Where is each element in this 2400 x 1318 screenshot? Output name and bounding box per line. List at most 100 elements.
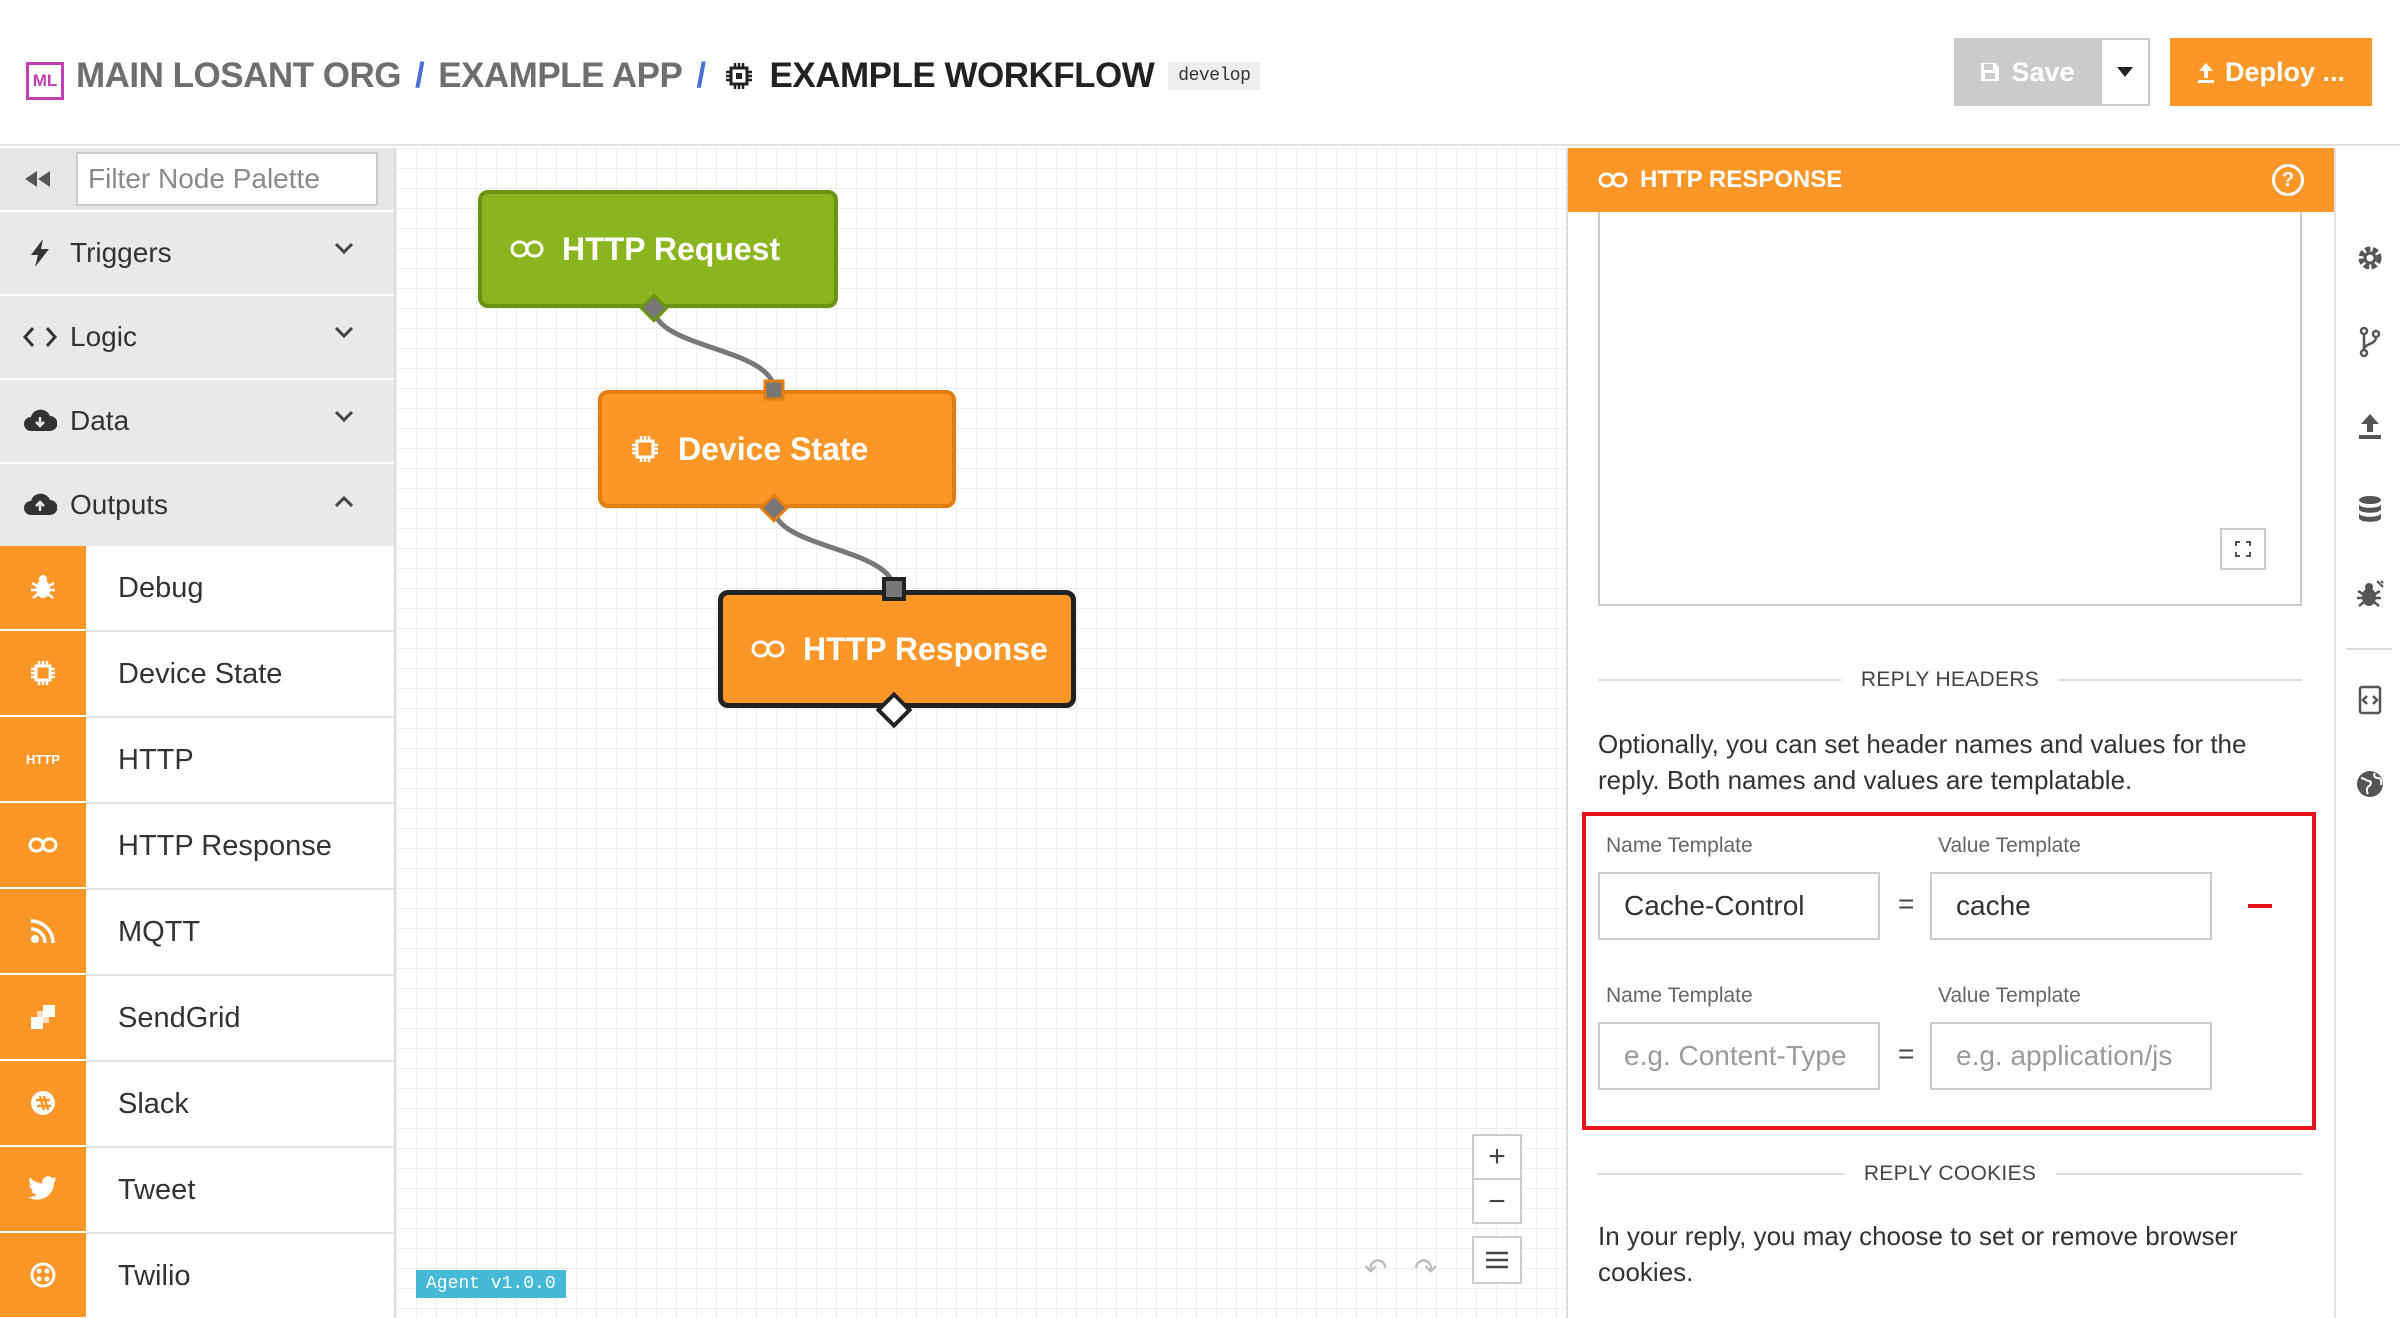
breadcrumb-org[interactable]: MAIN LOSANT ORG: [76, 56, 401, 96]
slack-icon: [0, 1061, 86, 1147]
reply-headers-description: Optionally, you can set header names and…: [1598, 729, 2247, 795]
branch-badge[interactable]: develop: [1168, 62, 1261, 90]
zoom-in-button[interactable]: +: [1474, 1136, 1520, 1180]
help-icon[interactable]: ?: [2272, 164, 2304, 196]
hamburger-menu-icon: [1486, 1251, 1508, 1269]
save-button[interactable]: Save: [1954, 38, 2100, 106]
link-icon: [0, 803, 86, 889]
cloud-upload-icon: [22, 490, 58, 520]
filter-node-palette-input[interactable]: [76, 152, 378, 206]
chevron-down-icon: [334, 326, 354, 339]
name-template-label: Name Template: [1606, 834, 1753, 857]
reply-cookies-section-title: REPLY COOKIES: [1598, 1162, 2303, 1186]
remove-header-icon[interactable]: [2240, 886, 2280, 926]
connection-wire: [771, 507, 897, 591]
category-logic[interactable]: Logic: [0, 294, 394, 378]
breadcrumb-app[interactable]: EXAMPLE APP: [438, 56, 683, 96]
link-icon: [510, 240, 544, 258]
category-data[interactable]: Data: [0, 378, 394, 462]
save-disk-icon: [1981, 63, 2000, 81]
palette-node-slack[interactable]: Slack: [0, 1061, 394, 1148]
palette-node-device-state[interactable]: Device State: [0, 631, 394, 718]
gear-icon[interactable]: [2354, 242, 2386, 274]
breadcrumb-separator: /: [414, 56, 425, 95]
code-icon: [22, 322, 58, 352]
name-template-label: Name Template: [1606, 984, 1753, 1007]
chevron-down-icon: [334, 242, 354, 255]
workflow-node-label: HTTP Response: [803, 630, 1048, 667]
palette-node-http[interactable]: HTTP HTTP: [0, 717, 394, 804]
caret-down-icon: [2117, 67, 2133, 77]
palette-node-label: MQTT: [118, 915, 201, 948]
palette-toolbar: [0, 148, 394, 210]
canvas-menu-button[interactable]: [1472, 1236, 1522, 1284]
value-template-label: Value Template: [1938, 834, 2081, 857]
bug-icon: [0, 545, 86, 631]
workflow-node-http-request[interactable]: HTTP Request: [478, 190, 838, 308]
reply-cookies-description: In your reply, you may choose to set or …: [1598, 1221, 2238, 1287]
bolt-icon: [22, 238, 58, 268]
deploy-button[interactable]: Deploy ...: [2170, 38, 2372, 106]
double-chevron-left-icon: [25, 171, 50, 187]
device-chip-icon: [0, 631, 86, 717]
collapse-palette-button[interactable]: [0, 148, 76, 210]
breadcrumb: MAIN LOSANT ORG / EXAMPLE APP / EXAMPLE …: [76, 56, 1261, 96]
header-name-input[interactable]: Cache-Control: [1598, 872, 1880, 940]
node-config-panel: HTTP RESPONSE ? REPLY HEADERS Optionally…: [1566, 148, 2334, 1318]
equals-sign: =: [1898, 1038, 1915, 1069]
palette-node-mqtt[interactable]: MQTT: [0, 889, 394, 976]
expand-editor-icon[interactable]: [2220, 528, 2266, 570]
category-outputs[interactable]: Outputs: [0, 462, 394, 546]
chevron-up-icon: [334, 495, 354, 508]
workflow-canvas[interactable]: HTTP Request Device State HTTP Response …: [396, 148, 1566, 1318]
redo-icon[interactable]: ↷: [1414, 1252, 1437, 1285]
zoom-out-button[interactable]: −: [1474, 1180, 1520, 1224]
workflow-node-device-state[interactable]: Device State: [598, 390, 956, 508]
database-icon[interactable]: [2354, 494, 2386, 526]
code-file-icon[interactable]: [2354, 684, 2386, 716]
deploy-label: Deploy ...: [2224, 56, 2346, 87]
palette-node-label: SendGrid: [118, 1001, 241, 1034]
save-options-dropdown[interactable]: [2100, 38, 2150, 106]
upload-icon[interactable]: [2354, 410, 2386, 442]
branch-icon[interactable]: [2354, 326, 2386, 358]
upload-arrow-icon: [2197, 63, 2214, 83]
workflow-node-http-response[interactable]: HTTP Response: [718, 590, 1076, 708]
twilio-icon: [0, 1233, 86, 1318]
globe-icon[interactable]: [2354, 768, 2386, 800]
category-triggers[interactable]: Triggers: [0, 210, 394, 294]
value-template-label: Value Template: [1938, 984, 2081, 1007]
palette-node-twilio[interactable]: Twilio: [0, 1233, 394, 1318]
palette-node-label: Device State: [118, 657, 283, 690]
reply-headers-section-title: REPLY HEADERS: [1598, 668, 2302, 692]
top-header: ML MAIN LOSANT ORG / EXAMPLE APP / EXAMP…: [0, 0, 2400, 146]
http-text-icon: HTTP: [0, 717, 86, 803]
palette-node-label: Slack: [118, 1087, 189, 1120]
response-body-editor[interactable]: [1598, 212, 2302, 606]
category-label: Triggers: [70, 237, 172, 268]
palette-node-http-response[interactable]: HTTP Response: [0, 803, 394, 890]
undo-icon[interactable]: ↶: [1364, 1252, 1387, 1285]
category-label: Outputs: [70, 489, 169, 520]
sendgrid-icon: [0, 975, 86, 1061]
header-value-input[interactable]: cache: [1930, 872, 2212, 940]
palette-node-debug[interactable]: Debug: [0, 545, 394, 632]
node-connections: [651, 307, 897, 591]
workflow-node-label: HTTP Request: [562, 230, 781, 267]
link-icon: [751, 640, 785, 658]
category-label: Data: [70, 405, 130, 436]
panel-title: HTTP RESPONSE: [1640, 166, 1843, 193]
palette-node-tweet[interactable]: Tweet: [0, 1147, 394, 1234]
header-name-input[interactable]: e.g. Content-Type: [1598, 1022, 1880, 1090]
losant-logo[interactable]: ML: [26, 62, 64, 100]
panel-header: HTTP RESPONSE ?: [1568, 148, 2334, 212]
workflow-node-label: Device State: [678, 430, 869, 467]
palette-node-sendgrid[interactable]: SendGrid: [0, 975, 394, 1062]
debug-bug-icon[interactable]: [2354, 578, 2386, 610]
twitter-bird-icon: [0, 1147, 86, 1233]
right-toolbar: [2334, 148, 2400, 1318]
header-value-input[interactable]: e.g. application/js: [1930, 1022, 2212, 1090]
section-heading: REPLY HEADERS: [1860, 668, 2040, 691]
breadcrumb-separator: /: [696, 56, 706, 95]
palette-node-label: HTTP Response: [118, 829, 332, 862]
